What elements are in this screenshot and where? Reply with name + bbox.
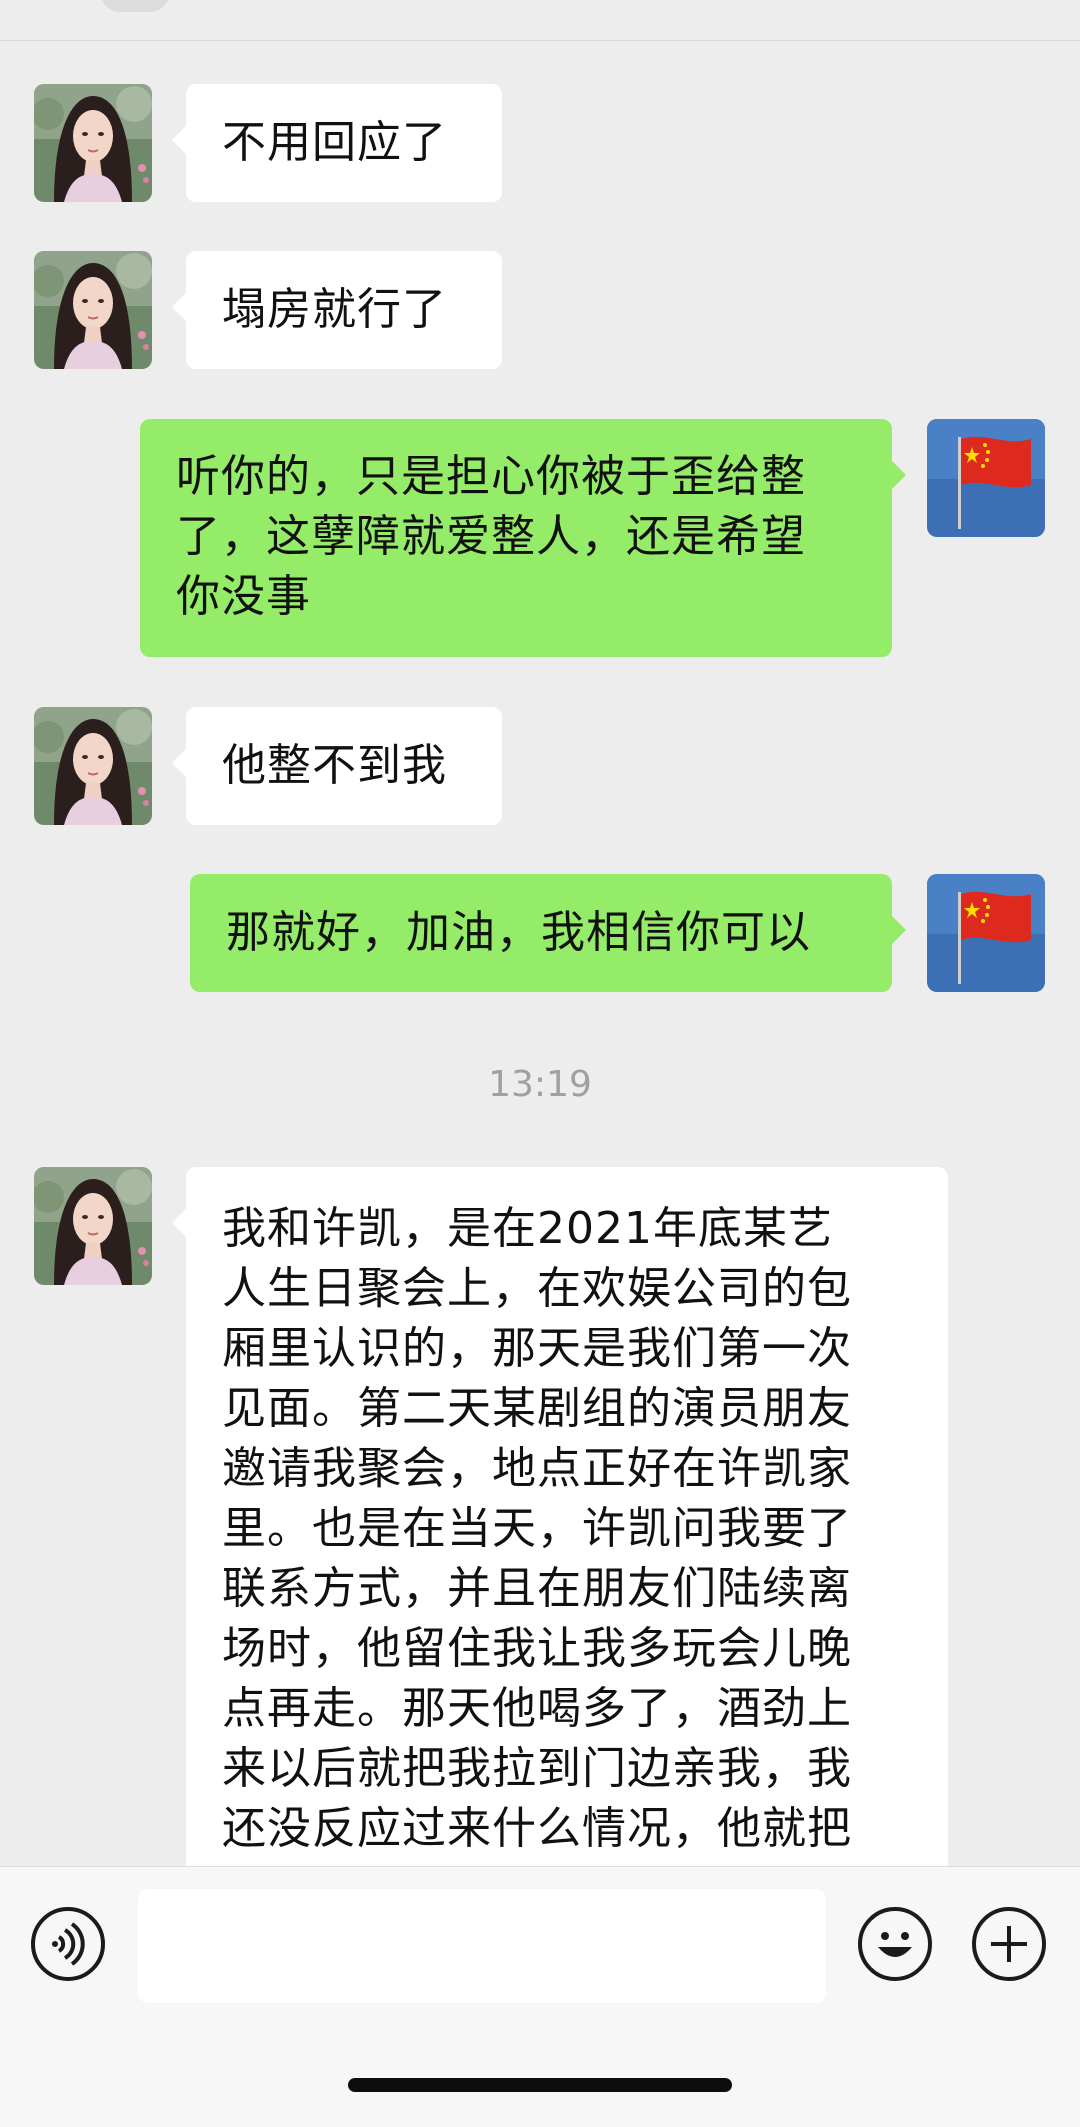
message-line: 邀请我聚会，地点正好在许凯家 [222, 1443, 852, 1494]
top-bar [0, 0, 1080, 41]
contact-avatar[interactable] [34, 707, 152, 825]
message-line: 联系方式，并且在朋友们陆续离 [222, 1563, 852, 1614]
message-bubble-outgoing[interactable]: 那就好，加油，我相信你可以 [190, 874, 906, 992]
message-bubble-incoming[interactable]: 塌房就行了 [172, 251, 502, 369]
message-line: 我和许凯，是在2021年底某艺 [222, 1203, 833, 1254]
voice-icon [52, 1922, 85, 1966]
home-indicator[interactable] [348, 2078, 732, 2092]
timestamp: 13:19 [488, 1064, 592, 1105]
message-line: 里。也是在当天，许凯问我要了 [222, 1503, 852, 1554]
my-avatar[interactable] [927, 419, 1045, 537]
woman-portrait-avatar [34, 84, 152, 202]
message-bubble-incoming[interactable]: 不用回应了 [172, 84, 502, 202]
contact-avatar[interactable] [34, 84, 152, 202]
plus-icon [991, 1926, 1027, 1962]
message-line: 人生日聚会上，在欢娱公司的包 [222, 1263, 852, 1314]
woman-portrait-avatar [34, 251, 152, 369]
message-line: 点再走。那天他喝多了，酒劲上 [222, 1683, 852, 1734]
contact-avatar[interactable] [34, 1167, 152, 1285]
message-line: 还没反应过来什么情况，他就把 [222, 1803, 852, 1854]
message-bubble-outgoing[interactable]: 听你的，只是担心你被于歪给整 了，这孽障就爱整人，还是希望 你没事 [140, 419, 906, 657]
message-line: 你没事 [176, 571, 311, 622]
message-line: 厢里认识的，那天是我们第一次 [222, 1323, 852, 1374]
emoji-icon [878, 1932, 912, 1957]
message-text: 他整不到我 [222, 740, 447, 791]
chinese-flag-avatar [927, 874, 1045, 992]
emoji-button[interactable] [858, 1907, 932, 1981]
message-line: 场时，他留住我让我多玩会儿晚 [222, 1623, 852, 1674]
message-input[interactable] [138, 1889, 826, 2003]
message-bubble-incoming[interactable]: 他整不到我 [172, 707, 502, 825]
voice-button[interactable] [31, 1907, 105, 1981]
message-line: 见面。第二天某剧组的演员朋友 [222, 1383, 852, 1434]
message-line: 听你的，只是担心你被于歪给整 [176, 451, 806, 502]
message-line: 了，这孽障就爱整人，还是希望 [176, 511, 806, 562]
message-bubble-incoming-long[interactable]: 我和许凯，是在2021年底某艺 人生日聚会上，在欢娱公司的包 厢里认识的，那天是… [172, 1167, 948, 1907]
woman-portrait-avatar [34, 707, 152, 825]
message-text: 塌房就行了 [222, 284, 447, 335]
chinese-flag-avatar [927, 419, 1045, 537]
my-avatar[interactable] [927, 874, 1045, 992]
message-text: 不用回应了 [222, 117, 447, 168]
contact-avatar[interactable] [34, 251, 152, 369]
plus-button[interactable] [972, 1907, 1046, 1981]
woman-portrait-avatar [34, 1167, 152, 1285]
message-text: 那就好，加油，我相信你可以 [226, 907, 811, 958]
back-button[interactable] [100, 0, 170, 12]
message-line: 来以后就把我拉到门边亲我，我 [222, 1743, 852, 1794]
